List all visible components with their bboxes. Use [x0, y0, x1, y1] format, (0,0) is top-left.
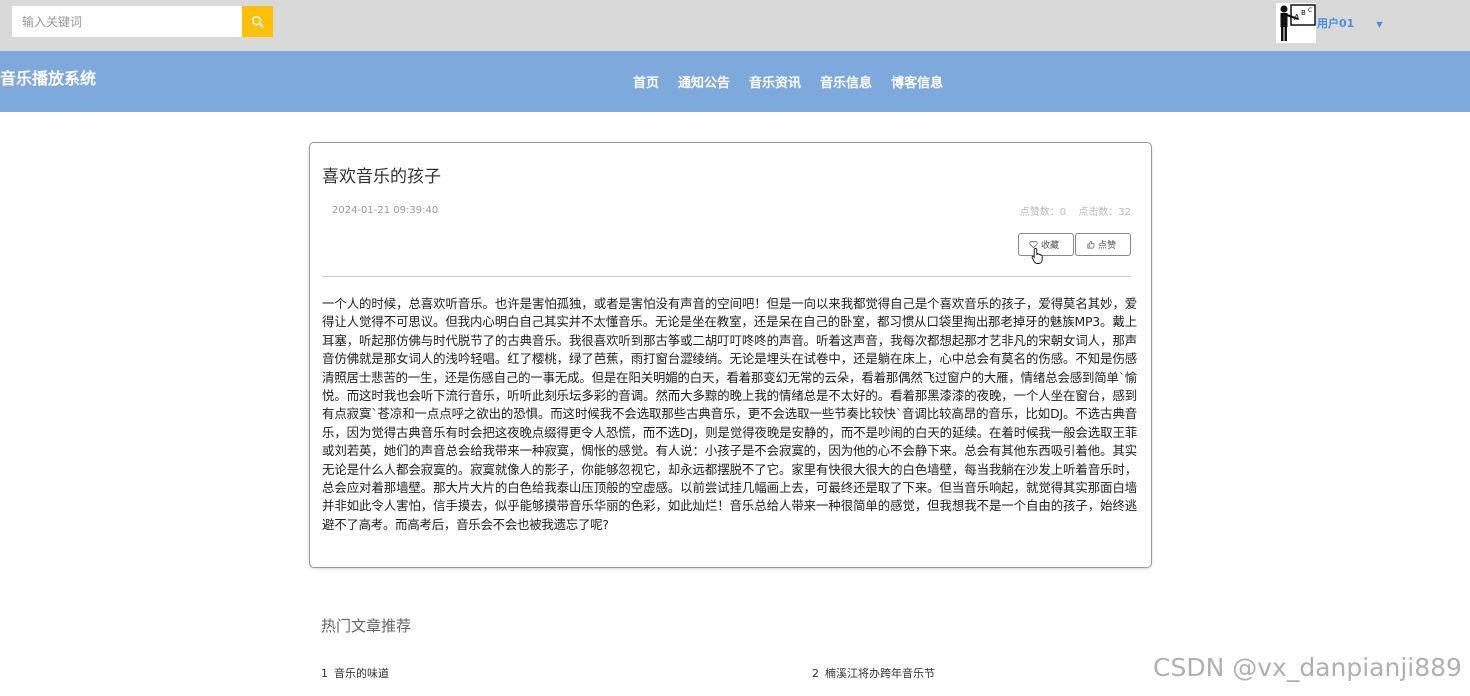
search-icon [251, 15, 264, 28]
clicks-count: 点击数：32 [1078, 207, 1131, 218]
list-item[interactable]: 2 楠溪江将办跨年音乐节 [812, 665, 935, 681]
list-item-label[interactable]: 楠溪江将办跨年音乐节 [825, 667, 935, 680]
teacher-board-avatar-icon[interactable]: A B C [1276, 3, 1316, 43]
like-label: 点赞 [1098, 241, 1117, 251]
article-divider [322, 276, 1131, 277]
favorite-button[interactable]: 收藏 [1018, 233, 1074, 256]
article-body: 一个人的时候，总喜欢听音乐。也许是害怕孤独，或者是害怕没有声音的空间吧！但是一向… [322, 296, 1137, 532]
list-item-number: 1 [321, 667, 328, 680]
nav-item-notices[interactable]: 通知公告 [678, 72, 730, 91]
site-brand[interactable]: 音乐播放系统 [0, 65, 96, 89]
list-item-label[interactable]: 音乐的味道 [334, 667, 389, 680]
nav-menu: 首页 通知公告 音乐资讯 音乐信息 博客信息 [633, 72, 943, 91]
likes-count: 点赞数：0 [1019, 207, 1067, 218]
nav-item-music-info[interactable]: 音乐信息 [820, 72, 872, 91]
watermark: CSDN @vx_danpianji889 [1153, 653, 1462, 682]
search-button[interactable] [242, 6, 273, 37]
like-button[interactable]: 点赞 [1075, 233, 1131, 256]
article-stats: 点赞数：0 点击数：32 [1011, 203, 1131, 218]
hot-articles-title: 热门文章推荐 [321, 617, 412, 635]
article-card: 喜欢音乐的孩子 2024-01-21 09:39:40 点赞数：0 点击数：32… [309, 142, 1152, 568]
search-input[interactable] [12, 6, 242, 37]
list-item-number: 2 [812, 667, 819, 680]
nav-item-home[interactable]: 首页 [633, 72, 659, 91]
nav-item-blog-info[interactable]: 博客信息 [891, 72, 943, 91]
user-name[interactable]: 用户01 [1317, 15, 1354, 31]
top-bar: A B C 用户01 ▼ [0, 0, 1470, 51]
list-item[interactable]: 1 音乐的味道 [321, 665, 389, 681]
nav-item-music-news[interactable]: 音乐资讯 [749, 72, 801, 91]
svg-text:B: B [1301, 9, 1306, 17]
main-navbar: 音乐播放系统 首页 通知公告 音乐资讯 音乐信息 博客信息 [0, 51, 1470, 112]
hand-pointer-cursor-icon [1031, 248, 1043, 264]
search-bar [12, 6, 273, 37]
caret-down-icon[interactable]: ▼ [1376, 20, 1382, 29]
svg-text:C: C [1308, 7, 1312, 14]
article-title: 喜欢音乐的孩子 [322, 167, 441, 187]
thumbs-up-icon [1087, 240, 1095, 249]
user-menu[interactable]: A B C 用户01 ▼ [1276, 3, 1382, 43]
article-date: 2024-01-21 09:39:40 [332, 205, 439, 216]
